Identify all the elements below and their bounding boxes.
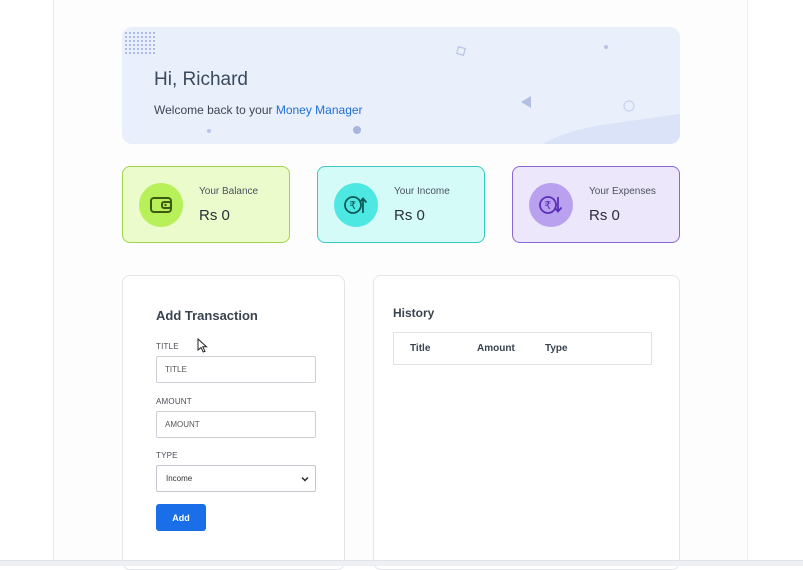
wallet-icon [139, 183, 183, 227]
greeting-heading: Hi, Richard [154, 69, 248, 90]
income-label: Your Income [394, 186, 450, 197]
income-card: ₹ Your Income Rs 0 [317, 166, 485, 243]
welcome-message-text: Welcome back to your [154, 103, 276, 117]
expenses-value: Rs 0 [589, 207, 620, 224]
column-header-title: Title [410, 343, 431, 354]
welcome-message: Welcome back to your Money Manager [154, 103, 363, 117]
dot-decoration-icon [604, 45, 608, 49]
history-table-header: Title Amount Type [393, 332, 652, 365]
type-select-value: Income [166, 474, 193, 483]
balance-label: Your Balance [199, 186, 259, 197]
column-header-type: Type [545, 343, 568, 354]
add-transaction-panel: Add Transaction TITLE TITLE AMOUNT AMOUN… [122, 275, 345, 570]
expenses-label: Your Expenses [589, 186, 656, 197]
add-transaction-heading: Add Transaction [156, 308, 258, 323]
expenses-card: ₹ Your Expenses Rs 0 [512, 166, 680, 243]
balance-card: Your Balance Rs 0 [122, 166, 290, 243]
chevron-down-icon [301, 477, 309, 482]
triangle-decoration-icon [521, 96, 531, 108]
dot-decoration-icon [353, 126, 361, 134]
square-decoration-icon [456, 46, 466, 56]
type-label: TYPE [156, 451, 178, 460]
wave-decoration [527, 113, 680, 144]
column-header-amount: Amount [477, 343, 515, 354]
title-input[interactable]: TITLE [156, 356, 316, 383]
balance-value: Rs 0 [199, 207, 230, 224]
ring-decoration-icon [623, 100, 635, 112]
mouse-pointer-icon [197, 338, 208, 353]
bottom-scroll-strip [0, 560, 803, 566]
welcome-banner: Hi, Richard Welcome back to your Money M… [122, 27, 680, 144]
title-label: TITLE [156, 342, 179, 351]
dot-decoration-icon [207, 129, 211, 133]
income-value: Rs 0 [394, 207, 425, 224]
history-heading: History [393, 306, 435, 320]
rupee-up-icon: ₹ [334, 183, 378, 227]
add-button[interactable]: Add [156, 504, 206, 531]
app-name: Money Manager [275, 103, 363, 117]
svg-text:₹: ₹ [349, 199, 356, 212]
type-select[interactable]: Income [156, 465, 316, 492]
svg-text:₹: ₹ [544, 199, 551, 212]
dot-pattern-decoration [124, 31, 156, 55]
amount-label: AMOUNT [156, 397, 192, 406]
history-panel: History Title Amount Type [373, 275, 680, 570]
amount-input[interactable]: AMOUNT [156, 411, 316, 438]
rupee-down-icon: ₹ [529, 183, 573, 227]
